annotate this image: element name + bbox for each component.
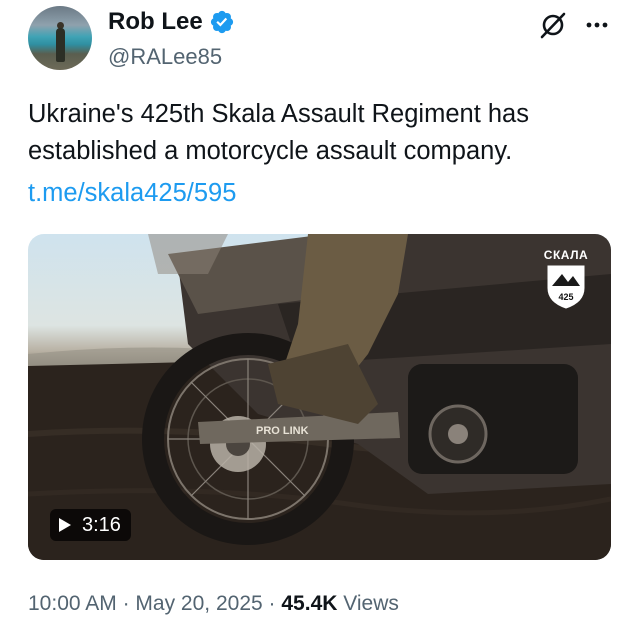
tweet-card: Rob Lee @RALee85 Ukraine's 425th Skala A… xyxy=(0,0,640,629)
video-player[interactable]: PRO LINK СКАЛА 425 3:16 xyxy=(28,234,611,560)
views-count[interactable]: 45.4K xyxy=(281,592,337,615)
tweet-text-line: Ukraine's 425th Skala Assault Regiment h… xyxy=(28,100,529,128)
play-icon xyxy=(59,518,71,532)
video-duration-badge[interactable]: 3:16 xyxy=(50,509,131,541)
views-label: Views xyxy=(343,592,399,615)
tweet-meta: 10:00 AM · May 20, 2025 · 45.4K Views xyxy=(28,592,399,616)
grok-icon[interactable] xyxy=(538,10,568,40)
tweet-date[interactable]: May 20, 2025 xyxy=(135,592,262,615)
unit-logo-brand: СКАЛА xyxy=(543,248,589,262)
meta-separator: · xyxy=(268,592,276,615)
swingarm-label: PRO LINK xyxy=(256,425,309,437)
tweet-text-line: established a motorcycle assault company… xyxy=(28,137,513,165)
tweet-time[interactable]: 10:00 AM xyxy=(28,592,117,615)
unit-logo-number: 425 xyxy=(558,292,574,302)
author-name-row: Rob Lee xyxy=(108,8,235,36)
unit-logo: СКАЛА 425 xyxy=(534,248,598,310)
tweet-text: Ukraine's 425th Skala Assault Regiment h… xyxy=(28,96,618,170)
verified-badge-icon xyxy=(210,10,233,34)
tweet-link[interactable]: t.me/skala425/595 xyxy=(28,175,236,212)
avatar-figure xyxy=(56,28,65,62)
author-handle[interactable]: @RALee85 xyxy=(108,44,222,70)
more-options-icon[interactable] xyxy=(582,10,612,40)
video-duration: 3:16 xyxy=(82,513,121,536)
meta-separator: · xyxy=(122,592,130,615)
shield-icon xyxy=(547,265,585,309)
avatar[interactable] xyxy=(28,6,92,70)
author-display-name[interactable]: Rob Lee xyxy=(108,8,203,36)
